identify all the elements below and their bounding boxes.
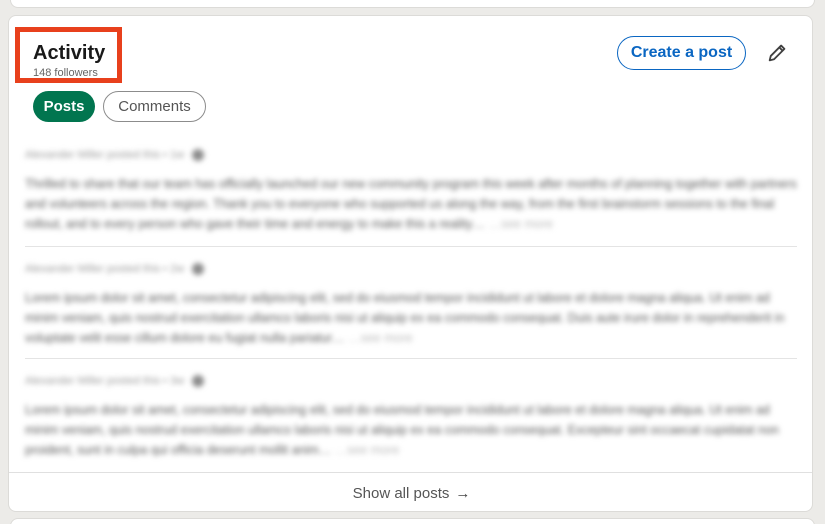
post-item[interactable]: Alexander Miller posted this • 1w Thrill… (25, 148, 797, 234)
post-item[interactable]: Alexander Miller posted this • 2w Lorem … (25, 262, 797, 348)
post-meta: Alexander Miller posted this • 1w (25, 148, 797, 162)
post-text: Lorem ipsum dolor sit amet, consectetur … (25, 288, 797, 348)
footer-divider (9, 472, 812, 473)
pencil-icon (768, 44, 786, 62)
next-section-card (10, 518, 815, 524)
see-more-link[interactable]: …see more (488, 217, 553, 231)
create-post-button[interactable]: Create a post (617, 36, 746, 70)
post-body: Lorem ipsum dolor sit amet, consectetur … (25, 403, 779, 457)
previous-section-card (10, 0, 815, 8)
edit-activity-button[interactable] (765, 41, 789, 65)
visibility-icon (192, 263, 205, 275)
post-body: Thrilled to share that our team has offi… (25, 177, 797, 231)
filter-chip-comments[interactable]: Comments (103, 91, 206, 122)
post-meta-text: Alexander Miller posted this • 1w (25, 149, 185, 161)
post-text: Lorem ipsum dolor sit amet, consectetur … (25, 400, 797, 460)
show-all-posts-button[interactable]: Show all posts → (9, 478, 812, 508)
activity-card: Activity 148 followers Create a post Pos… (8, 15, 813, 512)
post-meta: Alexander Miller posted this • 2w (25, 262, 797, 276)
visibility-icon (192, 149, 205, 161)
post-meta-text: Alexander Miller posted this • 2w (25, 263, 185, 275)
post-meta-text: Alexander Miller posted this • 3w (25, 375, 185, 387)
filter-chip-posts[interactable]: Posts (33, 91, 95, 122)
post-divider (25, 246, 797, 247)
post-divider (25, 358, 797, 359)
followers-count: 148 followers (33, 67, 98, 76)
show-all-label: Show all posts (352, 484, 450, 502)
see-more-link[interactable]: …see more (335, 443, 400, 457)
activity-title: Activity (33, 42, 106, 64)
visibility-icon (192, 375, 205, 387)
post-text: Thrilled to share that our team has offi… (25, 174, 797, 234)
see-more-link[interactable]: …see more (348, 331, 413, 345)
arrow-right-icon: → (455, 484, 471, 502)
post-item[interactable]: Alexander Miller posted this • 3w Lorem … (25, 374, 797, 460)
post-meta: Alexander Miller posted this • 3w (25, 374, 797, 388)
